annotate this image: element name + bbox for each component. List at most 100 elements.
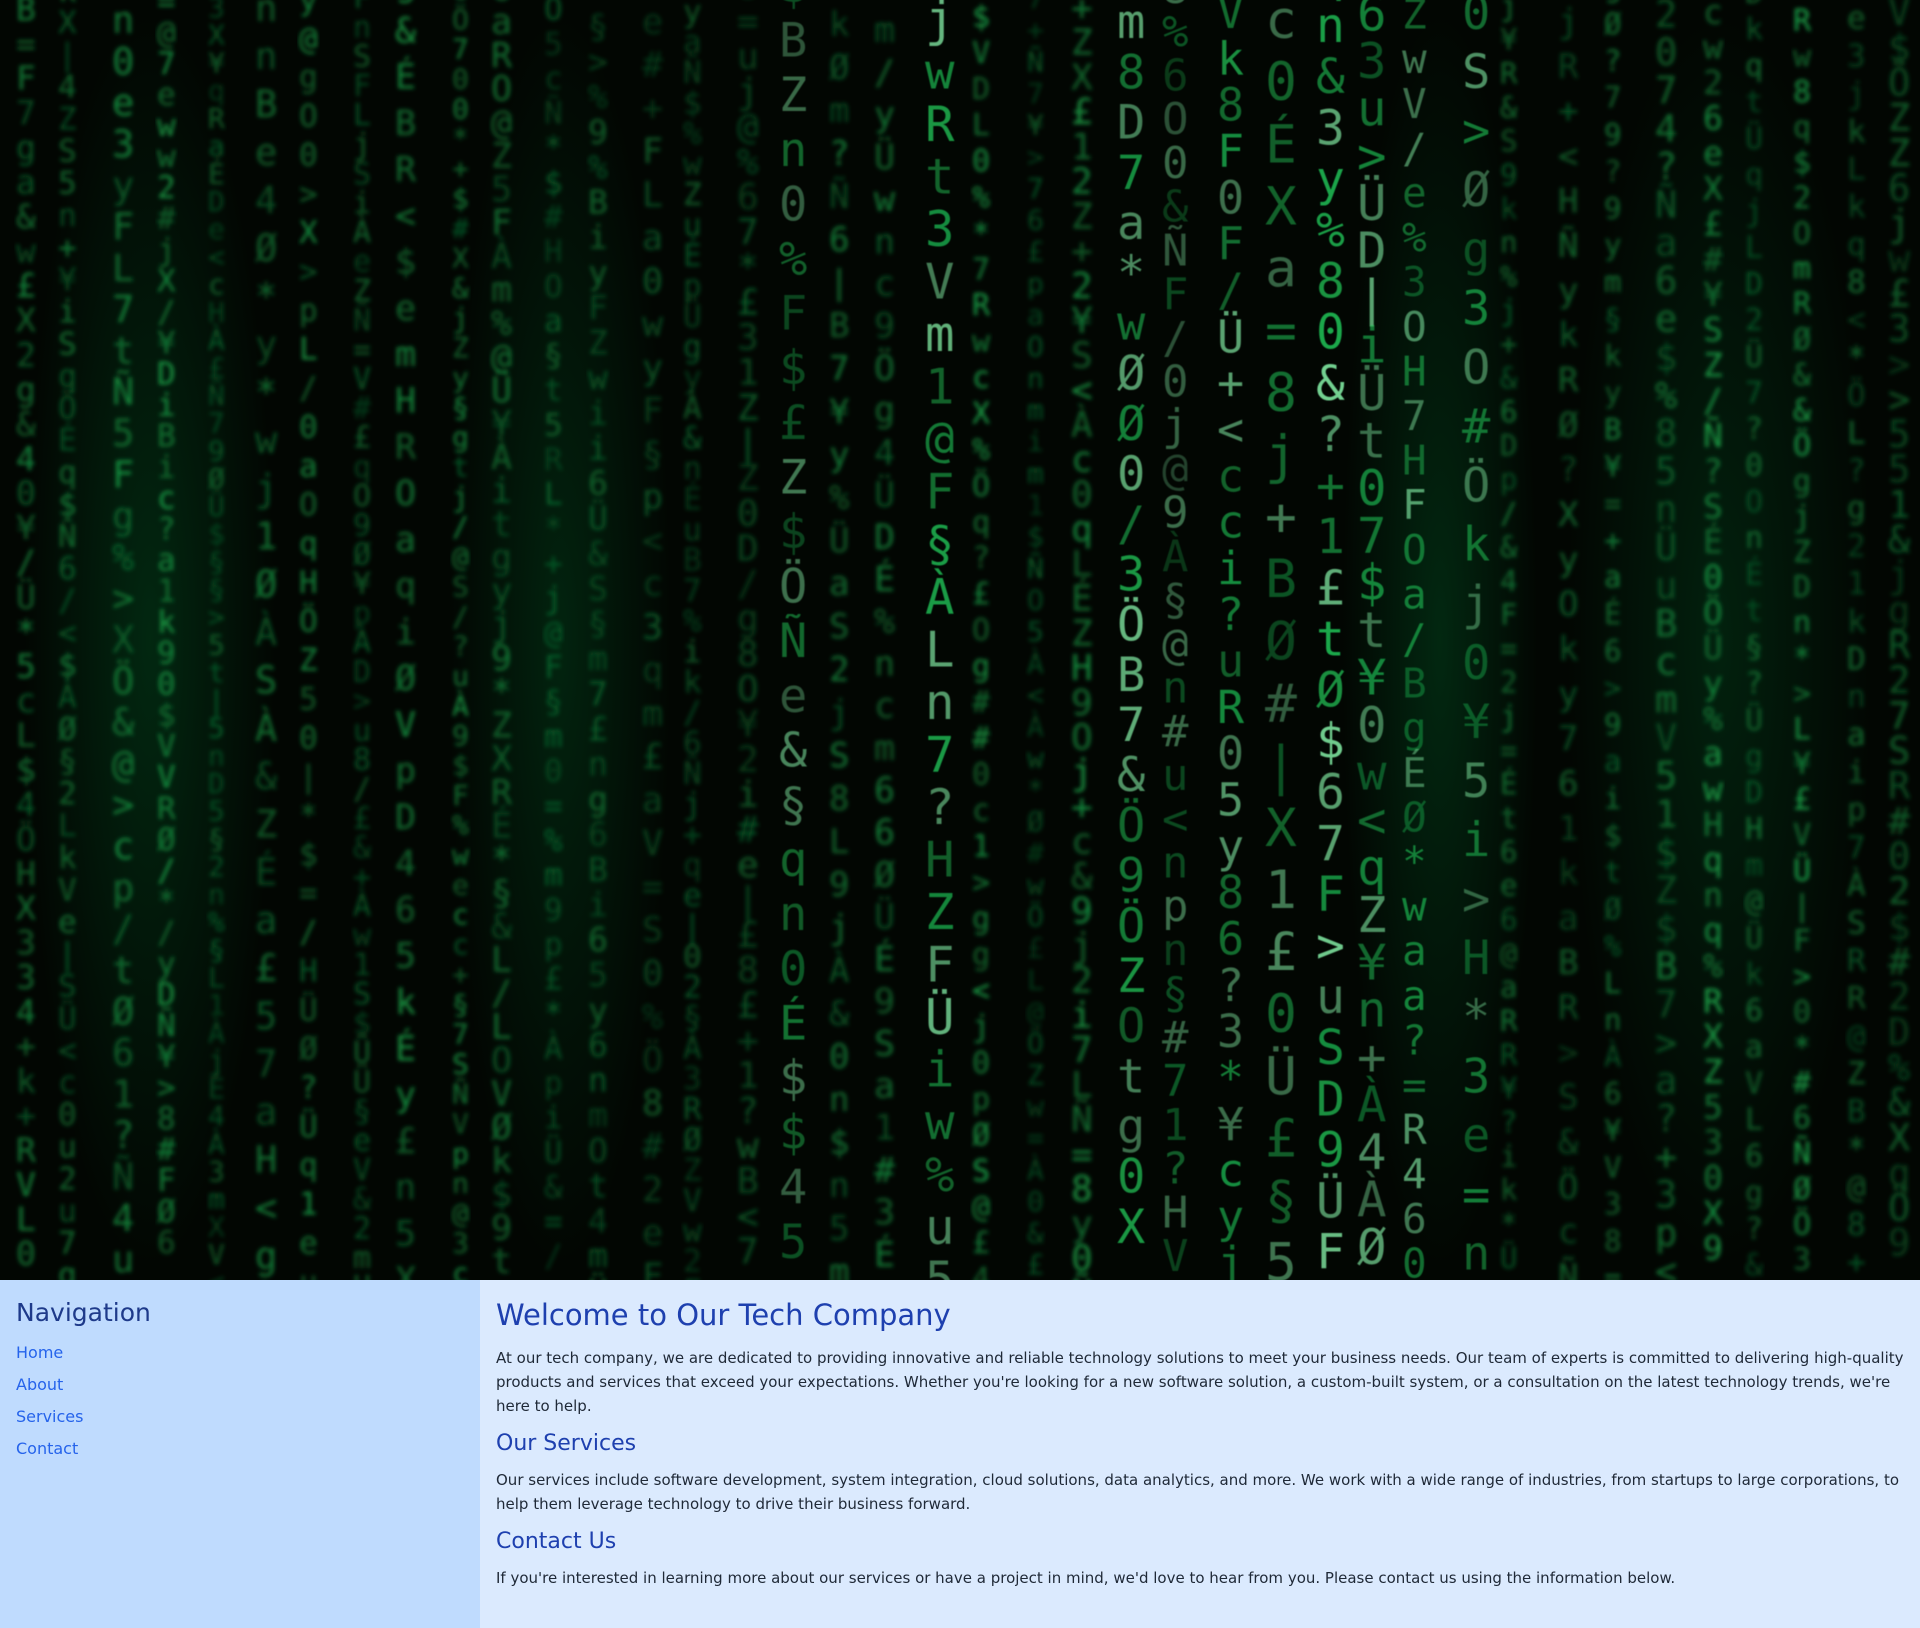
svg-text:$: $ [779,0,807,14]
svg-text:É: É [874,1233,895,1275]
nav-link-services[interactable]: Services [16,1407,83,1426]
code-rain-column: ke#+FLa0wyF§p<c3qm£aV=S0%Ö8#2eF [642,2,664,1280]
svg-text:1: 1 [299,1187,318,1223]
svg-text:/: / [544,1239,563,1275]
svg-text:8: 8 [1604,1224,1621,1258]
svg-text:£: £ [1265,922,1297,983]
svg-text:À: À [925,567,955,626]
svg-text:t: t [588,1166,608,1205]
svg-text:2: 2 [1500,666,1517,700]
nav-link-contact[interactable]: Contact [16,1439,78,1458]
svg-text:n: n [829,1166,849,1206]
svg-text:£: £ [255,947,277,990]
svg-text:k: k [829,5,849,45]
svg-text:n: n [779,123,807,178]
svg-text:w: w [16,232,36,271]
svg-text:>: > [1655,1021,1677,1064]
svg-text:p: p [112,866,134,909]
code-rain-column: jwRt3Vm1@F§ÀLn7?HZFÜiw%u5 [925,0,955,1280]
svg-text:?: ? [1402,1016,1427,1064]
svg-text:8: 8 [1217,79,1244,132]
svg-text:k: k [1745,12,1763,47]
svg-text:g: g [395,0,416,5]
svg-text:D: D [1745,267,1763,302]
svg-text:9: 9 [1316,1122,1345,1178]
svg-text:m: m [588,1236,608,1275]
svg-text:Ñ: Ñ [452,1076,469,1110]
svg-text:F: F [544,650,563,686]
svg-text:*: * [544,996,563,1032]
code-rain-column: 3X¥qRaÉDe<cHÀ£Ñ79ØÜ$§§>5t|5nD5§2n%§L1ÀjÉ… [208,0,225,1280]
svg-text:S: S [255,659,277,702]
svg-text:F: F [588,288,608,327]
nav-link-about[interactable]: About [16,1375,63,1394]
svg-text:6: 6 [157,1225,176,1261]
svg-text:?: ? [112,1114,134,1157]
svg-text:g: g [874,391,895,431]
svg-text:*: * [544,130,563,166]
svg-text:£: £ [544,962,563,998]
svg-text:0: 0 [1703,1158,1723,1197]
svg-text:R: R [925,96,955,153]
svg-text:Ü: Ü [1745,702,1763,738]
svg-text:t: t [112,329,134,372]
svg-text:O: O [299,487,318,523]
svg-text:g: g [16,128,36,167]
code-rain-column: qj¥R&S9kn%j+&6Dp/&4F=2j=Ét6e6@aRR¥?ik*Ü [1500,0,1518,1275]
svg-text:e: e [1655,298,1677,341]
svg-text:Ø: Ø [1316,662,1345,718]
svg-text:y: y [588,990,608,1029]
svg-text:>: > [299,254,318,290]
nav-item-about: About [16,1375,464,1398]
svg-text:m: m [544,719,563,755]
svg-text:0: 0 [779,942,807,997]
svg-text:n: n [1027,362,1044,395]
svg-text:p: p [544,1065,563,1101]
svg-text:Ö: Ö [1117,899,1145,954]
svg-text:n: n [1745,521,1763,556]
svg-text:5: 5 [1655,450,1677,493]
svg-text:1: 1 [1027,488,1044,521]
svg-text:n: n [925,674,955,731]
svg-text:L: L [925,621,955,678]
svg-text:y: y [1217,1190,1244,1243]
svg-text:Ö: Ö [1558,1166,1578,1207]
svg-text:Ü: Ü [925,988,955,1046]
svg-text:*: * [1793,1030,1811,1065]
svg-text:$: $ [16,750,36,789]
svg-text:3: 3 [925,201,955,258]
svg-text:n: n [779,887,807,942]
svg-text:4: 4 [58,69,77,105]
svg-text:7: 7 [1117,698,1145,753]
svg-text:V: V [642,824,663,864]
svg-text:S: S [1462,45,1490,100]
svg-text:*: * [1217,1051,1244,1104]
svg-text:O: O [299,99,318,135]
svg-text:i: i [1217,542,1244,595]
svg-text:£: £ [1316,560,1345,616]
svg-text:&: & [1500,530,1518,564]
svg-text:Ø: Ø [972,1118,990,1153]
svg-text:?: ? [1217,959,1244,1012]
svg-text:?: ? [1655,1097,1677,1140]
svg-text:4: 4 [1655,107,1677,150]
svg-text:i: i [1027,425,1044,458]
svg-text:Ö: Ö [16,818,36,858]
svg-text:¥: ¥ [1027,109,1044,142]
svg-text:Ö: Ö [1703,592,1723,632]
svg-text:w: w [452,839,469,872]
svg-text:V: V [452,1107,469,1140]
svg-text:1: 1 [1316,509,1345,565]
svg-text:=: = [544,788,563,824]
svg-text:9: 9 [1888,1222,1910,1265]
svg-text:m: m [1745,848,1763,883]
svg-text:*: * [1402,838,1427,886]
svg-text:/: / [1217,264,1244,317]
nav-link-home[interactable]: Home [16,1343,63,1362]
svg-text:Z: Z [779,450,807,505]
svg-text:R: R [1558,47,1579,87]
svg-text:B: B [1117,648,1145,703]
svg-text:V: V [1162,1231,1189,1280]
svg-text:?: ? [1703,452,1723,491]
svg-text:1: 1 [112,1073,134,1116]
